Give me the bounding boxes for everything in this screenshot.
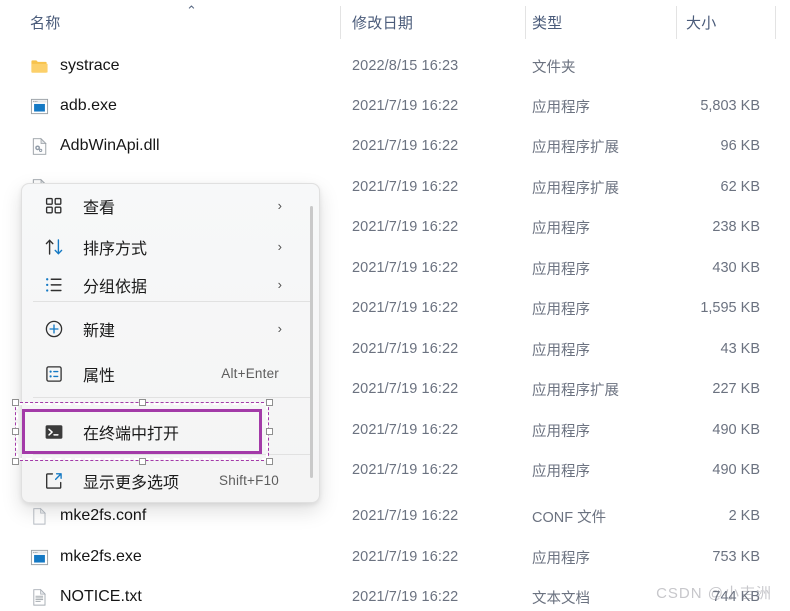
table-row[interactable]: adb.exe 2021/7/19 16:22 应用程序 5,803 KB <box>0 86 790 126</box>
menu-item-label: 在终端中打开 <box>83 425 180 443</box>
column-header-label: 名称 <box>30 15 61 32</box>
file-name-label: mke2fs.exe <box>60 548 142 565</box>
column-header-label: 大小 <box>686 15 717 32</box>
folder-icon <box>30 57 49 76</box>
file-date-cell: 2021/7/19 16:22 <box>352 179 459 195</box>
file-date-cell: 2021/7/19 16:22 <box>352 422 459 438</box>
file-date-cell: 2021/7/19 16:22 <box>352 549 459 565</box>
column-header-2[interactable]: 修改日期 <box>352 0 413 45</box>
more-options-icon <box>44 471 64 491</box>
plus-circle-icon <box>44 319 64 339</box>
file-date-cell: 2022/8/15 16:23 <box>352 58 459 74</box>
menu-item-label: 排序方式 <box>83 240 148 258</box>
chevron-right-icon: › <box>277 198 282 213</box>
file-date-cell: 2021/7/19 16:22 <box>352 462 459 478</box>
menu-item-shortcut: Alt+Enter <box>221 366 279 381</box>
file-name-label: adb.exe <box>60 97 117 114</box>
column-header-label: 类型 <box>532 15 563 32</box>
sort-arrows-icon <box>44 237 64 257</box>
file-date-cell: 2021/7/19 16:22 <box>352 300 459 316</box>
properties-icon <box>44 364 64 384</box>
menu-item-label: 分组依据 <box>83 278 148 296</box>
file-explorer-list-view: 名称 ⌃ 修改日期 类型 大小 systrace 2022/8/15 16:23 文件夹 ad… <box>0 0 790 611</box>
file-name-cell[interactable]: systrace <box>30 46 120 86</box>
file-date-cell: 2021/7/19 16:22 <box>352 508 459 524</box>
file-size-cell: 238 KB <box>712 219 760 235</box>
file-date-cell: 2021/7/19 16:22 <box>352 381 459 397</box>
file-name-cell[interactable]: NOTICE.txt <box>30 577 142 611</box>
column-divider[interactable] <box>775 6 776 39</box>
file-size-cell: 490 KB <box>712 422 760 438</box>
group-list-icon <box>44 275 64 295</box>
file-date-cell: 2021/7/19 16:22 <box>352 260 459 276</box>
file-name-label: NOTICE.txt <box>60 588 142 605</box>
menu-item-4[interactable]: 新建 › <box>22 308 319 349</box>
table-row[interactable]: mke2fs.exe 2021/7/19 16:22 应用程序 753 KB <box>0 537 790 577</box>
file-date-cell: 2021/7/19 16:22 <box>352 219 459 235</box>
file-size-cell: 744 KB <box>712 589 760 605</box>
table-row[interactable]: AdbWinApi.dll 2021/7/19 16:22 应用程序扩展 96 KB <box>0 126 790 166</box>
menu-item-label: 查看 <box>83 199 116 217</box>
menu-item-1[interactable]: 查看 › <box>22 185 319 226</box>
file-name-cell[interactable]: mke2fs.exe <box>30 537 142 577</box>
file-size-cell: 62 KB <box>720 179 761 195</box>
column-divider[interactable] <box>525 6 526 39</box>
file-name-cell[interactable]: AdbWinApi.dll <box>30 126 160 166</box>
menu-item-6[interactable]: 在终端中打开 <box>22 411 319 452</box>
column-header-3[interactable]: 类型 <box>532 0 563 45</box>
sort-ascending-caret-icon: ⌃ <box>186 3 197 18</box>
file-size-cell: 1,595 KB <box>700 300 760 316</box>
exe-icon <box>30 97 49 116</box>
file-size-cell: 753 KB <box>712 549 760 565</box>
table-row[interactable]: systrace 2022/8/15 16:23 文件夹 <box>0 46 790 86</box>
txt-icon <box>30 588 49 607</box>
column-divider[interactable] <box>340 6 341 39</box>
menu-scrollbar[interactable] <box>310 206 313 478</box>
file-name-cell[interactable]: adb.exe <box>30 86 117 126</box>
column-header-4[interactable]: 大小 <box>686 0 717 45</box>
file-size-cell: 2 KB <box>728 508 760 524</box>
table-row[interactable]: NOTICE.txt 2021/7/19 16:22 文本文档 744 KB <box>0 577 790 611</box>
grid-view-icon <box>44 196 64 216</box>
menu-item-7[interactable]: 显示更多选项 Shift+F10 <box>22 460 319 501</box>
file-name-label: mke2fs.conf <box>60 507 147 524</box>
file-size-cell: 96 KB <box>720 138 761 154</box>
menu-item-label: 显示更多选项 <box>83 474 180 492</box>
menu-item-5[interactable]: 属性 Alt+Enter <box>22 353 319 394</box>
chevron-right-icon: › <box>277 321 282 336</box>
file-name-label: systrace <box>60 57 120 74</box>
file-size-cell: 430 KB <box>712 260 760 276</box>
menu-item-label: 新建 <box>83 322 116 340</box>
file-date-cell: 2021/7/19 16:22 <box>352 98 459 114</box>
context-menu[interactable]: 查看 › 排序方式 › 分组依据 › 新建 › 属性 Alt+Enter 在终端中打开 显示更多选项 S… <box>21 183 320 503</box>
file-size-cell: 5,803 KB <box>700 98 760 114</box>
file-name-label: AdbWinApi.dll <box>60 137 160 154</box>
chevron-right-icon: › <box>277 239 282 254</box>
terminal-icon <box>44 422 64 442</box>
menu-item-3[interactable]: 分组依据 › <box>22 264 319 305</box>
file-date-cell: 2021/7/19 16:22 <box>352 138 459 154</box>
column-header-label: 修改日期 <box>352 15 414 32</box>
file-size-cell: 43 KB <box>720 341 761 357</box>
exe-icon <box>30 548 49 567</box>
file-size-cell <box>555 46 760 86</box>
file-date-cell: 2021/7/19 16:22 <box>352 589 459 605</box>
file-size-cell: 227 KB <box>712 381 760 397</box>
conf-icon <box>30 507 49 526</box>
column-header-row: 名称 ⌃ 修改日期 类型 大小 <box>0 0 790 45</box>
chevron-right-icon: › <box>277 277 282 292</box>
menu-separator <box>33 454 310 455</box>
column-divider[interactable] <box>676 6 677 39</box>
file-date-cell: 2021/7/19 16:22 <box>352 341 459 357</box>
menu-item-label: 属性 <box>83 367 116 385</box>
menu-item-2[interactable]: 排序方式 › <box>22 226 319 267</box>
file-size-cell: 490 KB <box>712 462 760 478</box>
menu-item-shortcut: Shift+F10 <box>219 473 279 488</box>
dll-icon <box>30 137 49 156</box>
menu-separator <box>33 397 310 398</box>
column-header-1[interactable]: 名称 <box>30 0 61 45</box>
